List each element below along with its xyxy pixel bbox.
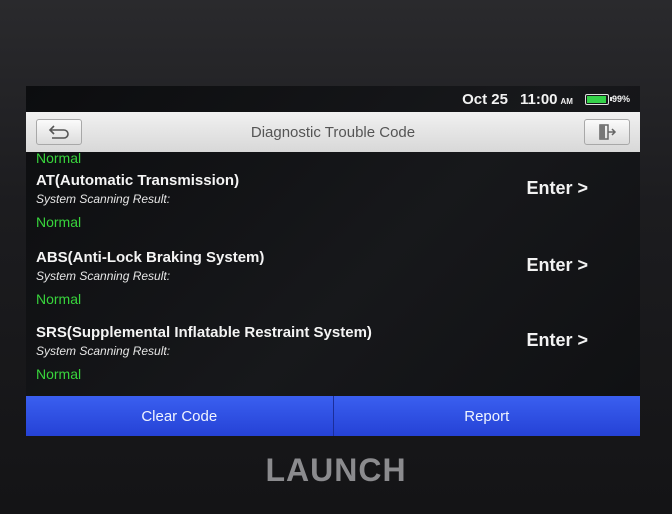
report-button[interactable]: Report [332, 396, 640, 436]
enter-button[interactable]: Enter > [526, 255, 588, 276]
scan-result-value: Normal [36, 214, 82, 230]
scan-result-label: System Scanning Result: [36, 269, 171, 283]
device-screen: Oct 25 11:00 AM 99% Diagnostic Trouble C… [26, 86, 640, 436]
exit-button[interactable] [584, 119, 630, 145]
brand-logo: LAUNCH [265, 452, 407, 488]
battery-percent: 99% [611, 94, 630, 104]
scan-tool-device: Oct 25 11:00 AM 99% Diagnostic Trouble C… [0, 0, 672, 514]
page-title: Diagnostic Trouble Code [250, 123, 416, 141]
status-bar: Oct 25 11:00 AM 99% [26, 86, 640, 112]
scan-result-value: Normal [36, 291, 82, 307]
list-item-at[interactable]: AT(Automatic Transmission) System Scanni… [26, 172, 640, 248]
scan-result-label: System Scanning Result: [36, 344, 171, 358]
list-item-abs[interactable]: ABS(Anti-Lock Braking System) System Sca… [26, 249, 640, 325]
clipped-result-text: Normal [36, 150, 82, 166]
system-list: Normal AT(Automatic Transmission) System… [26, 150, 640, 396]
title-bar: Diagnostic Trouble Code [26, 112, 640, 152]
battery-fill [586, 95, 606, 103]
system-name: AT(Automatic Transmission) [36, 172, 240, 189]
scan-result-label: System Scanning Result: [36, 192, 171, 206]
back-button[interactable] [36, 119, 82, 145]
list-item-srs[interactable]: SRS(Supplemental Inflatable Restraint Sy… [26, 324, 640, 400]
scan-result-value: Normal [36, 366, 82, 382]
bottom-action-bar: Clear Code Report [26, 396, 640, 436]
enter-button[interactable]: Enter > [526, 330, 588, 351]
back-icon [48, 125, 69, 139]
status-ampm: AM [560, 96, 573, 106]
battery-indicator: 99% [584, 93, 630, 105]
exit-icon [599, 124, 617, 140]
enter-button[interactable]: Enter > [526, 178, 588, 199]
status-time-group: 11:00 AM [520, 91, 573, 108]
system-name: SRS(Supplemental Inflatable Restraint Sy… [36, 324, 372, 341]
clear-code-button[interactable]: Clear Code [26, 396, 333, 436]
system-name: ABS(Anti-Lock Braking System) [36, 249, 265, 266]
status-date: Oct 25 [462, 90, 508, 108]
status-time: 11:00 [519, 90, 558, 108]
battery-icon [584, 93, 612, 105]
